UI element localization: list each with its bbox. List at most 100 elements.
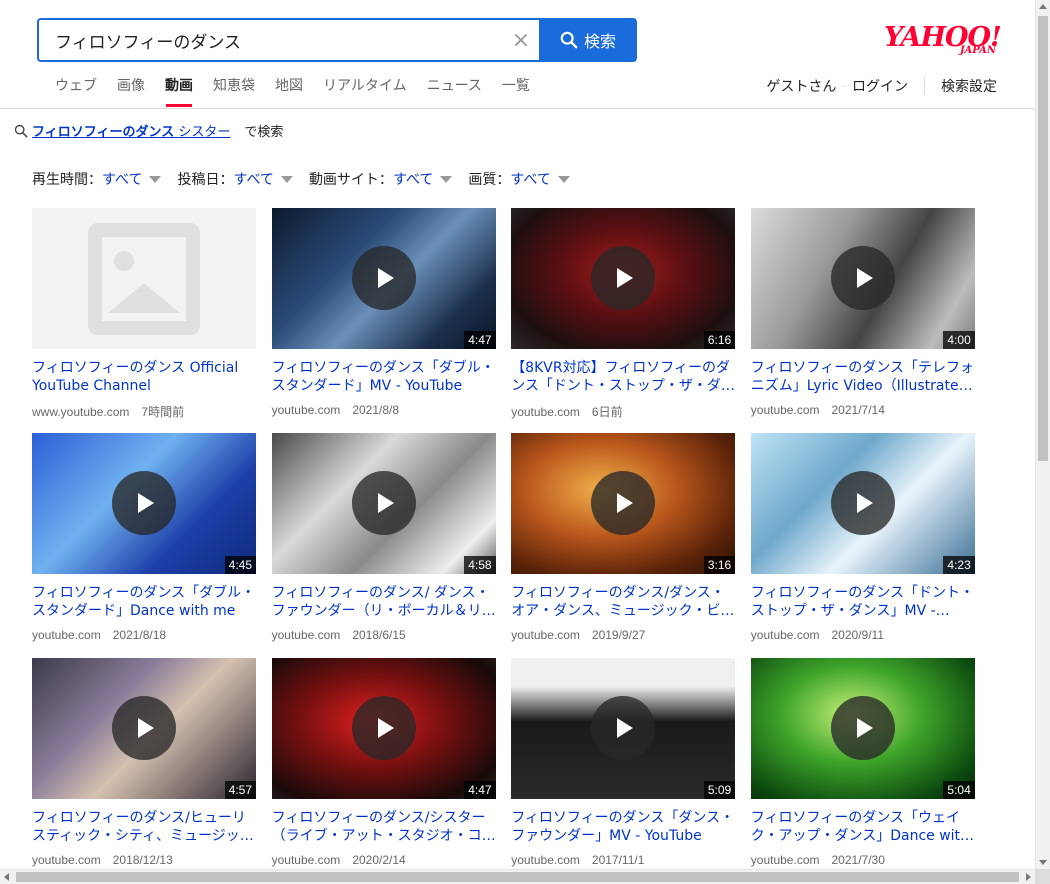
search-input[interactable] bbox=[55, 30, 503, 50]
video-thumbnail[interactable]: 4:23 bbox=[750, 433, 975, 574]
video-result-card[interactable]: 4:58 フィロソフィーのダンス/ ダンス・ファウンダー（リ・ボーカル＆リ・ミック… bbox=[271, 433, 496, 658]
video-thumbnail[interactable] bbox=[32, 208, 256, 349]
video-title-link[interactable]: フィロソフィーのダンス Official YouTube Channel bbox=[32, 359, 256, 395]
video-thumbnail[interactable]: 6:16 bbox=[511, 208, 736, 349]
dropdown-caret-icon[interactable] bbox=[440, 175, 453, 183]
login-link[interactable]: ログイン bbox=[852, 76, 908, 96]
video-thumbnail[interactable]: 4:47 bbox=[271, 658, 496, 799]
filter-3[interactable]: 画質： すべて bbox=[468, 169, 570, 189]
play-icon[interactable] bbox=[830, 696, 895, 760]
video-site: youtube.com bbox=[271, 628, 341, 642]
video-title-link[interactable]: フィロソフィーのダンス/シスター（ライブ・アット・スタジオ・コースト） bbox=[272, 809, 496, 845]
video-title-link[interactable]: フィロソフィーのダンス/ヒューリスティック・シティ、ミュージック・ビデオ bbox=[32, 809, 256, 845]
video-thumbnail[interactable]: 3:16 bbox=[511, 433, 736, 574]
yahoo-logo[interactable]: YAHOO! JAPAN bbox=[884, 24, 1002, 58]
video-result-card[interactable]: 4:00 フィロソフィーのダンス「テレフォニズム」Lyric Video（Illu… bbox=[750, 208, 975, 433]
filter-label: 再生時間： bbox=[32, 172, 102, 188]
video-thumbnail[interactable]: 5:09 bbox=[511, 658, 736, 799]
video-result-card[interactable]: 4:47 フィロソフィーのダンス「ダブル・スタンダード」MV - YouTube y… bbox=[271, 208, 496, 433]
play-icon[interactable] bbox=[351, 471, 416, 535]
tab-0[interactable]: ウェブ bbox=[45, 76, 107, 107]
search-settings-link[interactable]: 検索設定 bbox=[941, 76, 997, 96]
video-site: youtube.com bbox=[511, 405, 580, 419]
scroll-left-icon[interactable] bbox=[4, 873, 9, 881]
video-result-card[interactable]: 4:47 フィロソフィーのダンス/シスター（ライブ・アット・スタジオ・コースト） y… bbox=[271, 658, 496, 869]
video-thumbnail[interactable]: 4:58 bbox=[271, 433, 496, 574]
video-date: 7時間前 bbox=[141, 405, 185, 419]
video-title-link[interactable]: フィロソフィーのダンス「ダブル・スタンダード」Dance with me bbox=[32, 584, 256, 620]
play-icon[interactable] bbox=[351, 246, 416, 310]
video-title-link[interactable]: フィロソフィーのダンス/ ダンス・ファウンダー（リ・ボーカル＆リ・ミックス） bbox=[272, 584, 496, 620]
filter-value[interactable]: すべて bbox=[102, 169, 142, 189]
video-result-card[interactable]: 5:09 フィロソフィーのダンス「ダンス・ファウンダー」MV - YouTube y… bbox=[511, 658, 736, 869]
video-result-card[interactable]: 4:23 フィロソフィーのダンス「ドント・ストップ・ザ・ダンス」MV - YouT… bbox=[750, 433, 975, 658]
video-meta: youtube.com 2020/2/14 bbox=[272, 853, 496, 867]
play-icon[interactable] bbox=[351, 696, 416, 760]
play-icon[interactable] bbox=[830, 471, 895, 535]
tab-4[interactable]: 地図 bbox=[265, 76, 313, 107]
video-date: 2020/9/11 bbox=[831, 628, 885, 642]
filter-value[interactable]: すべて bbox=[510, 169, 550, 189]
video-thumbnail[interactable]: 4:57 bbox=[32, 658, 256, 799]
video-thumbnail[interactable]: 4:45 bbox=[32, 433, 256, 574]
search-icon bbox=[560, 31, 578, 49]
video-meta: youtube.com 2021/7/14 bbox=[751, 403, 975, 417]
video-thumbnail[interactable]: 5:04 bbox=[750, 658, 975, 799]
image-placeholder-icon bbox=[88, 223, 200, 335]
play-icon[interactable] bbox=[591, 696, 656, 760]
tab-6[interactable]: ニュース bbox=[417, 76, 492, 107]
video-thumbnail[interactable]: 4:47 bbox=[271, 208, 496, 349]
video-title-link[interactable]: フィロソフィーのダンス「ウェイク・アップ・ダンス」Dance with me bbox=[751, 809, 975, 845]
filter-2[interactable]: 動画サイト： すべて bbox=[309, 169, 453, 189]
filter-1[interactable]: 投稿日： すべて bbox=[177, 169, 293, 189]
video-result-card[interactable]: フィロソフィーのダンス Official YouTube Channel www.… bbox=[32, 208, 256, 433]
tab-1[interactable]: 画像 bbox=[107, 76, 155, 107]
filter-label: 画質： bbox=[468, 172, 511, 188]
video-result-card[interactable]: 6:16 【8KVR対応】フィロソフィーのダンス「ドント・ストップ・ザ・ダンス」 y… bbox=[511, 208, 736, 433]
scroll-right-icon[interactable] bbox=[1026, 873, 1031, 881]
video-title-link[interactable]: フィロソフィーのダンス「テレフォニズム」Lyric Video（Illustra… bbox=[751, 359, 975, 395]
header-divider-line bbox=[0, 108, 1035, 109]
video-title-link[interactable]: フィロソフィーのダンス/ダンス・オア・ダンス、ミュージック・ビデオ bbox=[511, 584, 735, 620]
video-title-link[interactable]: 【8KVR対応】フィロソフィーのダンス「ドント・ストップ・ザ・ダンス」 bbox=[511, 359, 735, 395]
horizontal-scrollbar[interactable] bbox=[0, 869, 1035, 884]
tab-2[interactable]: 動画 bbox=[155, 76, 203, 107]
play-icon[interactable] bbox=[112, 696, 176, 760]
search-button[interactable]: 検索 bbox=[539, 18, 637, 62]
play-icon[interactable] bbox=[591, 471, 656, 535]
search-tabs: ウェブ 画像 動画 知恵袋 地図 リアルタイム ニュース 一覧 bbox=[45, 76, 540, 107]
video-result-card[interactable]: 4:45 フィロソフィーのダンス「ダブル・スタンダード」Dance with me… bbox=[32, 433, 256, 658]
play-icon[interactable] bbox=[830, 246, 895, 310]
scroll-down-icon[interactable] bbox=[1039, 860, 1047, 865]
dropdown-caret-icon[interactable] bbox=[280, 175, 293, 183]
search-input-wrap: × bbox=[37, 18, 539, 62]
filter-0[interactable]: 再生時間： すべて bbox=[32, 169, 162, 189]
scroll-up-icon[interactable] bbox=[1039, 4, 1047, 9]
play-icon[interactable] bbox=[591, 246, 656, 310]
video-title-link[interactable]: フィロソフィーのダンス「ダブル・スタンダード」MV - YouTube bbox=[272, 359, 496, 395]
dropdown-caret-icon[interactable] bbox=[557, 175, 570, 183]
vertical-scroll-thumb[interactable] bbox=[1038, 16, 1048, 461]
video-duration: 5:09 bbox=[703, 781, 736, 799]
dropdown-caret-icon[interactable] bbox=[149, 175, 162, 183]
tab-7[interactable]: 一覧 bbox=[492, 76, 540, 107]
video-result-card[interactable]: 4:57 フィロソフィーのダンス/ヒューリスティック・シティ、ミュージック・ビデオ… bbox=[32, 658, 256, 869]
horizontal-scroll-thumb[interactable] bbox=[16, 872, 1019, 882]
video-result-card[interactable]: 5:04 フィロソフィーのダンス「ウェイク・アップ・ダンス」Dance with … bbox=[750, 658, 975, 869]
vertical-scrollbar[interactable] bbox=[1035, 0, 1050, 869]
video-title-link[interactable]: フィロソフィーのダンス「ドント・ストップ・ザ・ダンス」MV - YouTube bbox=[751, 584, 975, 620]
video-meta: youtube.com 2018/6/15 bbox=[272, 628, 496, 642]
tab-5[interactable]: リアルタイム bbox=[313, 76, 417, 107]
video-thumbnail[interactable]: 4:00 bbox=[750, 208, 975, 349]
video-duration: 4:58 bbox=[464, 556, 496, 574]
video-site: youtube.com bbox=[271, 403, 341, 417]
suggestion-link[interactable]: フィロソフィーのダンス シスター bbox=[32, 121, 230, 140]
filter-value[interactable]: すべて bbox=[233, 169, 273, 189]
filter-value[interactable]: すべて bbox=[393, 169, 433, 189]
video-title-link[interactable]: フィロソフィーのダンス「ダンス・ファウンダー」MV - YouTube bbox=[511, 809, 735, 845]
clear-button[interactable]: × bbox=[503, 20, 539, 60]
guest-label: ゲストさん bbox=[766, 79, 837, 95]
video-result-card[interactable]: 3:16 フィロソフィーのダンス/ダンス・オア・ダンス、ミュージック・ビデオ you… bbox=[511, 433, 736, 658]
play-icon[interactable] bbox=[112, 471, 176, 535]
tab-3[interactable]: 知恵袋 bbox=[203, 76, 265, 107]
